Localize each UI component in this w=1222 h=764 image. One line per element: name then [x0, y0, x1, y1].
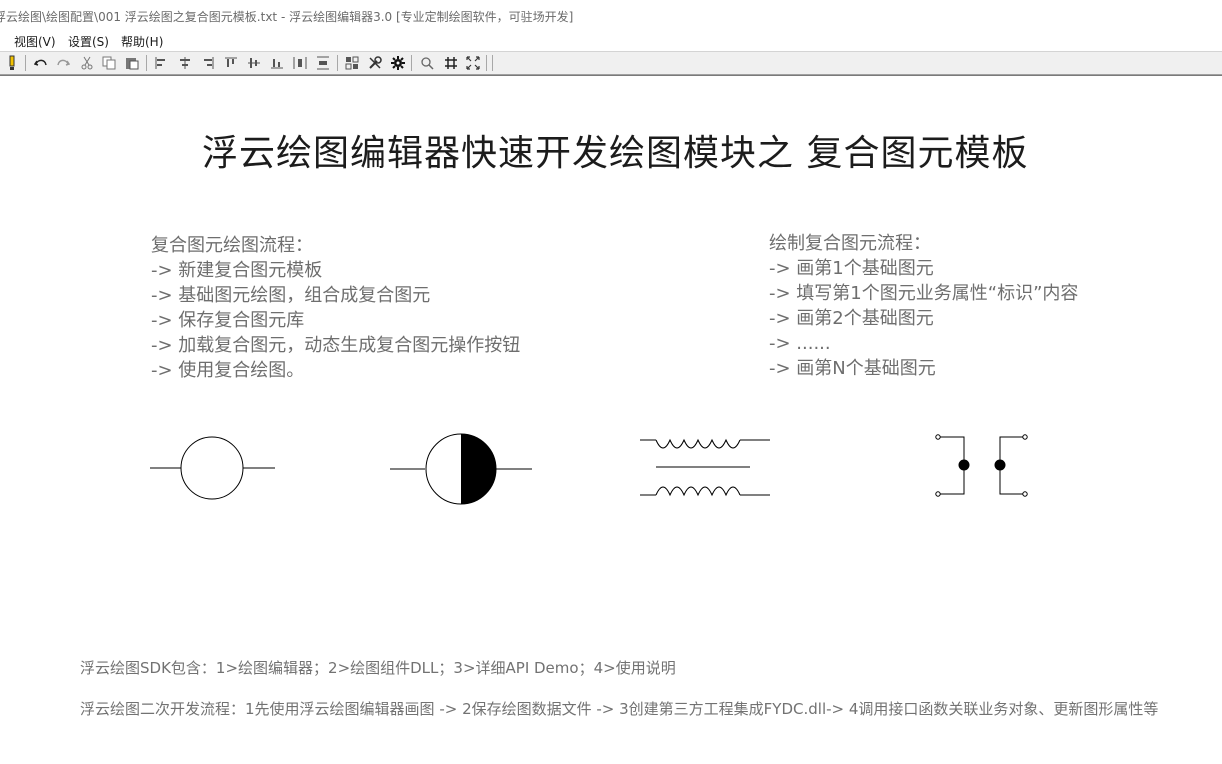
circle-with-leads-symbol[interactable]: [150, 436, 275, 500]
dev-process-text: 浮云绘图二次开发流程：1先使用浮云绘图编辑器画图 -> 2保存绘图数据文件 ->…: [80, 700, 1159, 718]
settings-icon[interactable]: [388, 54, 408, 72]
toolbar-separator: [146, 55, 147, 71]
menu-help[interactable]: 帮助(H): [121, 33, 163, 50]
menu-settings[interactable]: 设置(S): [68, 33, 109, 50]
fit-screen-icon[interactable]: [463, 54, 483, 72]
sdk-contents-text: 浮云绘图SDK包含：1>绘图编辑器；2>绘图组件DLL；3>详细API Demo…: [80, 659, 676, 677]
group-icon[interactable]: [342, 54, 362, 72]
align-middle-icon[interactable]: [244, 54, 264, 72]
distribute-horizontal-icon[interactable]: [290, 54, 310, 72]
cut-icon[interactable]: [77, 54, 97, 72]
toolbar-separator: [492, 55, 493, 71]
undo-icon[interactable]: [31, 54, 51, 72]
toolbar-separator: [25, 55, 26, 71]
toolbar: [0, 51, 1222, 75]
copy-icon[interactable]: [99, 54, 119, 72]
distribute-vertical-icon[interactable]: [313, 54, 333, 72]
toolbar-separator: [486, 55, 487, 71]
menu-bar: 视图(V) 设置(S) 帮助(H): [0, 30, 1222, 51]
align-left-icon[interactable]: [151, 54, 171, 72]
half-filled-circle-symbol[interactable]: [390, 433, 532, 505]
warning-icon[interactable]: [2, 54, 22, 72]
application-window: 浮云绘图\绘图配置\001 浮云绘图之复合图元模板.txt - 浮云绘图编辑器3…: [0, 0, 1222, 764]
redo-icon[interactable]: [53, 54, 73, 72]
align-top-icon[interactable]: [221, 54, 241, 72]
menu-view[interactable]: 视图(V): [14, 33, 56, 50]
drawing-canvas[interactable]: 浮云绘图编辑器快速开发绘图模块之 复合图元模板 复合图元绘图流程： -> 新建复…: [0, 75, 1222, 764]
grid-icon[interactable]: [441, 54, 461, 72]
align-right-icon[interactable]: [198, 54, 218, 72]
title-bar: 浮云绘图\绘图配置\001 浮云绘图之复合图元模板.txt - 浮云绘图编辑器3…: [0, 0, 1222, 30]
switch-contact-symbol[interactable]: [935, 434, 1028, 497]
align-bottom-icon[interactable]: [267, 54, 287, 72]
window-title: 浮云绘图\绘图配置\001 浮云绘图之复合图元模板.txt - 浮云绘图编辑器3…: [0, 10, 574, 24]
transformer-symbol[interactable]: [640, 438, 770, 497]
tools-icon[interactable]: [365, 54, 385, 72]
toolbar-separator: [337, 55, 338, 71]
zoom-icon[interactable]: [417, 54, 437, 72]
toolbar-separator: [411, 55, 412, 71]
paste-icon[interactable]: [122, 54, 142, 72]
align-center-icon[interactable]: [175, 54, 195, 72]
